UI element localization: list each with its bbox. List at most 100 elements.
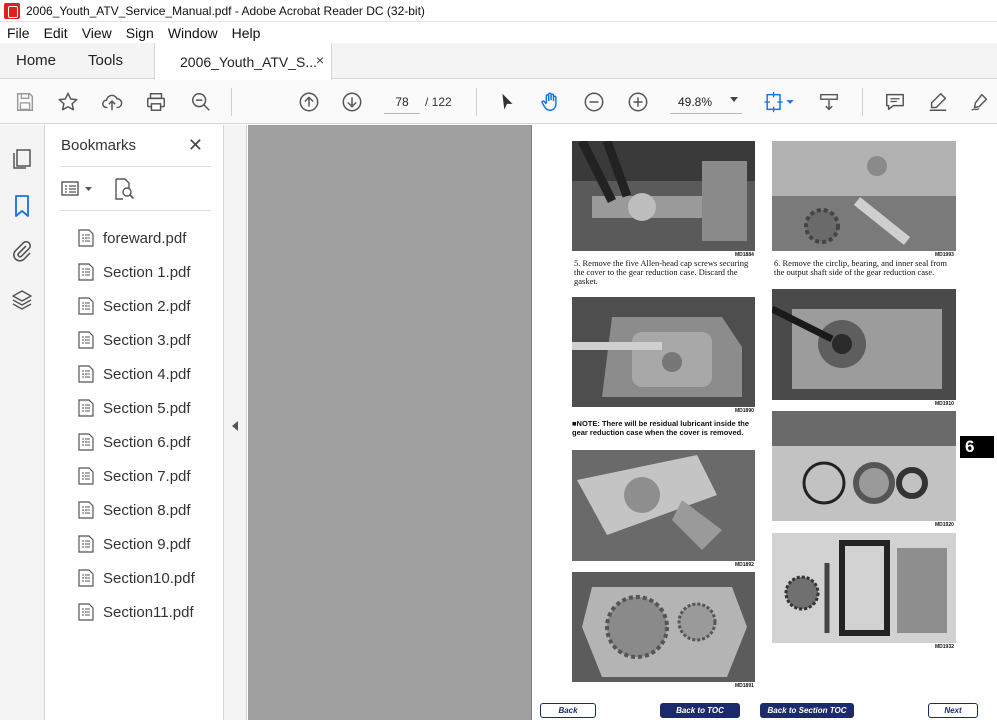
bookmark-item[interactable]: Section 5.pdf — [78, 391, 218, 425]
save-icon[interactable] — [13, 90, 37, 114]
photo-id: MD1932 — [935, 644, 954, 650]
close-tab-button[interactable]: × — [316, 52, 324, 68]
bookmark-item[interactable]: Section11.pdf — [78, 595, 218, 629]
zoom-out-icon[interactable] — [582, 90, 606, 114]
photo-output-shaft — [772, 141, 956, 251]
bookmark-label: Section11.pdf — [103, 603, 194, 621]
bookmark-item[interactable]: Section 6.pdf — [78, 425, 218, 459]
bookmark-label: Section 3.pdf — [103, 331, 191, 349]
collapse-arrow-icon[interactable] — [232, 421, 238, 431]
chevron-down-icon — [730, 97, 738, 102]
document-bookmark-icon — [78, 535, 94, 553]
photo-cover-removed — [572, 450, 755, 561]
photo-id: MD1891 — [735, 683, 754, 689]
zoom-select[interactable]: 49.8% — [670, 90, 742, 114]
sign-icon[interactable] — [968, 90, 992, 114]
bookmark-label: Section 4.pdf — [103, 365, 191, 383]
photo-gear-case-cover — [572, 297, 755, 407]
pdf-page: MD1884 5. Remove the five Allen-head cap… — [531, 125, 997, 720]
bookmark-item[interactable]: Section 3.pdf — [78, 323, 218, 357]
tab-document[interactable]: 2006_Youth_ATV_S... × — [154, 43, 332, 80]
panel-collapse-strip[interactable] — [224, 125, 247, 720]
photo-id: MD1910 — [935, 401, 954, 407]
page-number-input[interactable] — [384, 90, 420, 114]
photo-disassembled-parts — [772, 533, 956, 643]
bookmarks-panel: Bookmarks ✕ foreward.pdf Section 1.pdf Sec… — [46, 125, 224, 720]
page-thumbnails-icon[interactable] — [10, 147, 34, 171]
document-bookmark-icon — [78, 433, 94, 451]
close-panel-button[interactable]: ✕ — [188, 135, 203, 156]
menu-sign[interactable]: Sign — [119, 25, 161, 41]
bookmark-item[interactable]: Section 8.pdf — [78, 493, 218, 527]
menu-help[interactable]: Help — [225, 25, 268, 41]
highlight-icon[interactable] — [926, 90, 950, 114]
bookmark-tools — [60, 177, 210, 201]
hand-icon[interactable] — [538, 90, 562, 114]
back-to-section-toc-button[interactable]: Back to Section TOC — [760, 703, 854, 718]
bookmark-item[interactable]: Section 4.pdf — [78, 357, 218, 391]
bookmark-item[interactable]: Section10.pdf — [78, 561, 218, 595]
photo-circlip-removal — [772, 289, 956, 400]
bookmark-label: Section 9.pdf — [103, 535, 191, 553]
photo-id: MD1890 — [735, 408, 754, 414]
fit-page-icon[interactable] — [762, 90, 798, 114]
bookmarks-panel-icon[interactable] — [10, 194, 34, 218]
photo-circlip-bearing-seal — [772, 411, 956, 521]
zoom-in-icon[interactable] — [626, 90, 650, 114]
document-bookmark-icon — [78, 263, 94, 281]
next-button-label: Next — [944, 706, 962, 715]
scroll-mode-icon[interactable] — [817, 90, 841, 114]
page-up-icon[interactable] — [297, 90, 321, 114]
tab-tools[interactable]: Tools — [88, 43, 123, 79]
acrobat-app-icon — [4, 2, 20, 19]
panel-divider — [60, 210, 211, 211]
section-tab: 6 — [960, 436, 994, 458]
select-cursor-icon[interactable] — [495, 90, 519, 114]
bookmark-item[interactable]: Section 9.pdf — [78, 527, 218, 561]
document-bookmark-icon — [78, 399, 94, 417]
menu-edit[interactable]: Edit — [37, 25, 75, 41]
page-down-icon[interactable] — [340, 90, 364, 114]
menu-file[interactable]: File — [0, 25, 37, 41]
title-bar: 2006_Youth_ATV_Service_Manual.pdf - Adob… — [0, 0, 997, 22]
bookmark-label: foreward.pdf — [103, 229, 187, 247]
back-button-label: Back — [558, 706, 578, 715]
back-button[interactable]: Back — [540, 703, 596, 718]
next-button[interactable]: Next — [928, 703, 978, 718]
document-viewport[interactable]: MD1884 5. Remove the five Allen-head cap… — [248, 125, 997, 720]
bookmark-item[interactable]: foreward.pdf — [78, 221, 218, 255]
bookmark-star-icon[interactable] — [56, 90, 80, 114]
document-bookmark-icon — [78, 297, 94, 315]
toolbar-divider — [476, 88, 477, 116]
layers-icon[interactable] — [10, 288, 34, 312]
tab-home[interactable]: Home — [16, 43, 56, 79]
bookmark-item[interactable]: Section 2.pdf — [78, 289, 218, 323]
step-6-caption: 6. Remove the circlip, bearing, and inne… — [774, 258, 948, 277]
bookmark-label: Section 1.pdf — [103, 263, 191, 281]
photo-id: MD1920 — [935, 522, 954, 528]
lubricant-note: ■NOTE: There will be residual lubricant … — [572, 419, 750, 437]
back-to-toc-button[interactable]: Back to TOC — [660, 703, 740, 718]
menu-window[interactable]: Window — [161, 25, 225, 41]
attachments-icon[interactable] — [10, 239, 34, 263]
tab-row: Home Tools 2006_Youth_ATV_S... × — [0, 43, 997, 80]
document-bookmark-icon — [78, 501, 94, 519]
page-total: / 122 — [425, 95, 452, 109]
zoom-search-icon[interactable] — [189, 90, 213, 114]
print-icon[interactable] — [144, 90, 168, 114]
bookmark-options-icon[interactable] — [60, 177, 96, 201]
menu-bar: File Edit View Sign Window Help — [0, 22, 997, 43]
document-bookmark-icon — [78, 365, 94, 383]
bookmark-label: Section 2.pdf — [103, 297, 191, 315]
bookmark-item[interactable]: Section 1.pdf — [78, 255, 218, 289]
upload-icon[interactable] — [100, 90, 124, 114]
bookmark-label: Section 7.pdf — [103, 467, 191, 485]
bookmark-label: Section 5.pdf — [103, 399, 191, 417]
menu-view[interactable]: View — [75, 25, 119, 41]
document-bookmark-icon — [78, 569, 94, 587]
bookmark-find-icon[interactable] — [112, 177, 136, 201]
document-bookmark-icon — [78, 467, 94, 485]
bookmark-list: foreward.pdf Section 1.pdf Section 2.pdf Se… — [78, 221, 218, 629]
bookmark-item[interactable]: Section 7.pdf — [78, 459, 218, 493]
comment-icon[interactable] — [883, 90, 907, 114]
